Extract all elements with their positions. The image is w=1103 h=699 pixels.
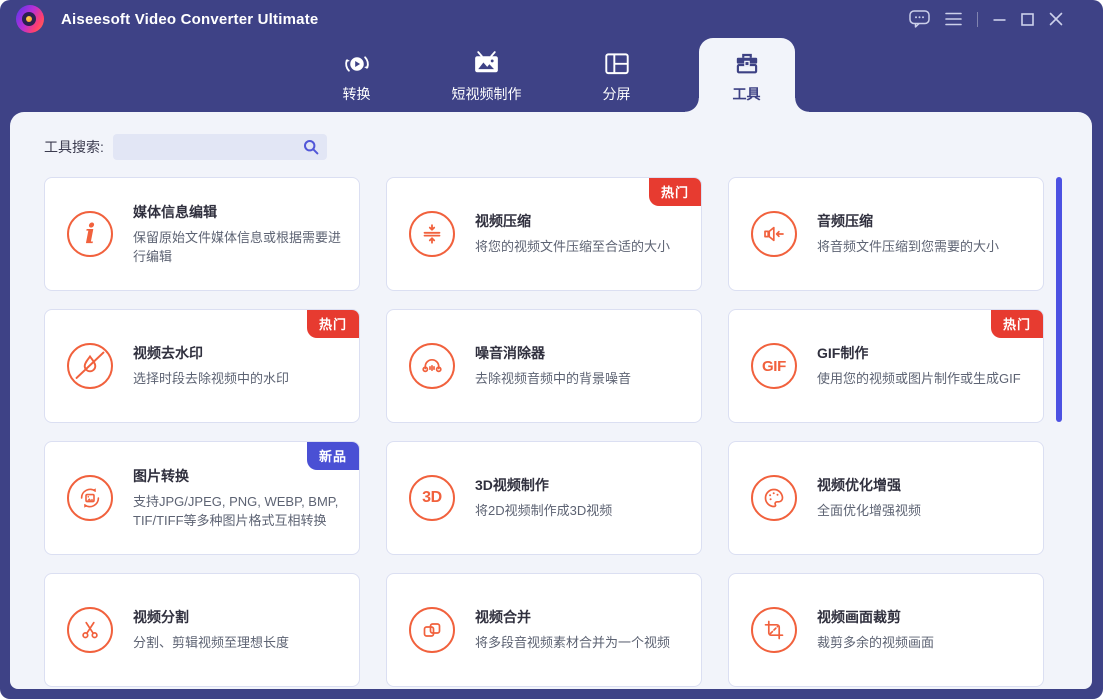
tool-title: 视频分割 xyxy=(133,609,189,626)
tab-label: 转换 xyxy=(342,86,371,102)
headphones-icon xyxy=(409,343,455,389)
info-icon: i xyxy=(67,211,113,257)
tab-split-screen[interactable]: 分屏 xyxy=(569,38,665,112)
tool-desc: 支持JPG/JPEG, PNG, WEBP, BMP, TIF/TIFF等多种图… xyxy=(133,493,339,528)
tool-card-noise-remover[interactable]: 噪音消除器 去除视频音频中的背景噪音 xyxy=(386,309,702,423)
tool-card-video-enhancer[interactable]: 视频优化增强 全面优化增强视频 xyxy=(728,441,1044,555)
3d-icon: 3D xyxy=(409,475,455,521)
palette-icon xyxy=(751,475,797,521)
app-title: Aiseesoft Video Converter Ultimate xyxy=(61,10,319,28)
tab-label: 分屏 xyxy=(602,86,631,102)
tool-card-video-cropper[interactable]: 视频画面裁剪 裁剪多余的视频画面 xyxy=(728,573,1044,687)
tool-card-3d-maker[interactable]: 3D 3D视频制作 将2D视频制作成3D视频 xyxy=(386,441,702,555)
tool-title: 3D视频制作 xyxy=(475,477,549,494)
tool-desc: 保留原始文件媒体信息或根据需要进行编辑 xyxy=(133,229,342,264)
tool-title: 音频压缩 xyxy=(817,213,873,230)
hot-badge: 热门 xyxy=(648,178,701,206)
vertical-scrollbar[interactable] xyxy=(1056,177,1062,422)
convert-icon xyxy=(342,49,372,79)
minimize-button[interactable] xyxy=(993,13,1006,26)
tool-card-audio-compressor[interactable]: 音频压缩 将音频文件压缩到您需要的大小 xyxy=(728,177,1044,291)
tools-grid: i 媒体信息编辑 保留原始文件媒体信息或根据需要进行编辑 热门 视频压缩 将您的… xyxy=(44,177,1044,687)
feedback-icon[interactable] xyxy=(909,10,930,28)
app-window: Aiseesoft Video Converter Ultimate 转换 短视… xyxy=(0,0,1103,699)
app-logo-icon xyxy=(16,5,44,33)
tool-desc: 使用您的视频或图片制作或生成GIF xyxy=(817,371,1021,387)
tool-desc: 全面优化增强视频 xyxy=(817,503,922,519)
image-convert-icon xyxy=(67,475,113,521)
main-tabs: 转换 短视频制作 分屏 工具 xyxy=(0,38,1103,112)
tool-desc: 将2D视频制作成3D视频 xyxy=(475,503,613,519)
merge-icon xyxy=(409,607,455,653)
tab-short-video-maker[interactable]: 短视频制作 xyxy=(439,38,535,112)
split-screen-icon xyxy=(602,49,632,79)
tab-label: 工具 xyxy=(732,86,761,102)
tool-title: 视频画面裁剪 xyxy=(817,609,901,626)
controls-divider xyxy=(977,11,978,27)
tool-desc: 选择时段去除视频中的水印 xyxy=(133,371,290,387)
tool-search-box xyxy=(112,134,327,160)
tool-desc: 分割、剪辑视频至理想长度 xyxy=(133,635,290,651)
tool-search-input[interactable] xyxy=(112,134,327,160)
new-badge: 新品 xyxy=(306,442,359,470)
tool-title: 视频合并 xyxy=(475,609,531,626)
crop-icon xyxy=(751,607,797,653)
tool-title: 视频优化增强 xyxy=(817,477,901,494)
tool-card-video-merger[interactable]: 视频合并 将多段音视频素材合并为一个视频 xyxy=(386,573,702,687)
tool-title: GIF制作 xyxy=(817,345,869,362)
menu-icon[interactable] xyxy=(945,12,962,26)
hot-badge: 热门 xyxy=(306,310,359,338)
gif-icon: GIF xyxy=(751,343,797,389)
compress-icon xyxy=(409,211,455,257)
short-video-icon xyxy=(471,49,502,79)
tool-desc: 去除视频音频中的背景噪音 xyxy=(475,371,632,387)
window-controls xyxy=(909,0,1063,38)
tool-title: 视频压缩 xyxy=(475,213,531,230)
tool-search-row: 工具搜索: xyxy=(44,134,327,160)
tool-desc: 将音频文件压缩到您需要的大小 xyxy=(817,239,1000,255)
tool-desc: 将您的视频文件压缩至合适的大小 xyxy=(475,239,671,255)
tool-title: 媒体信息编辑 xyxy=(133,203,217,220)
close-button[interactable] xyxy=(1049,12,1063,26)
tools-panel: 工具搜索: i 媒体信息编辑 保留原始文件媒体信息或根据需要进行编辑 热门 视频… xyxy=(10,112,1092,689)
audio-compress-icon xyxy=(751,211,797,257)
tool-card-gif-maker[interactable]: 热门 GIF GIF制作 使用您的视频或图片制作或生成GIF xyxy=(728,309,1044,423)
toolbox-icon xyxy=(732,49,762,79)
scissors-icon xyxy=(67,607,113,653)
tool-title: 噪音消除器 xyxy=(475,345,545,362)
hot-badge: 热门 xyxy=(990,310,1043,338)
tool-desc: 裁剪多余的视频画面 xyxy=(817,635,935,651)
tool-card-watermark-remover[interactable]: 热门 视频去水印 选择时段去除视频中的水印 xyxy=(44,309,360,423)
tab-tools[interactable]: 工具 xyxy=(684,38,809,112)
tool-desc: 将多段音视频素材合并为一个视频 xyxy=(475,635,671,651)
tab-label: 短视频制作 xyxy=(451,86,522,102)
tool-card-video-splitter[interactable]: 视频分割 分割、剪辑视频至理想长度 xyxy=(44,573,360,687)
search-icon[interactable] xyxy=(303,139,319,155)
tool-card-image-converter[interactable]: 新品 图片转换 支持JPG/JPEG, PNG, WEBP, BMP, TIF/… xyxy=(44,441,360,555)
watermark-remove-icon xyxy=(67,343,113,389)
tool-card-media-info-editor[interactable]: i 媒体信息编辑 保留原始文件媒体信息或根据需要进行编辑 xyxy=(44,177,360,291)
tool-search-label: 工具搜索: xyxy=(44,139,104,155)
tool-title: 视频去水印 xyxy=(133,345,203,362)
tool-card-video-compressor[interactable]: 热门 视频压缩 将您的视频文件压缩至合适的大小 xyxy=(386,177,702,291)
maximize-button[interactable] xyxy=(1021,12,1034,26)
tab-convert[interactable]: 转换 xyxy=(309,38,405,112)
